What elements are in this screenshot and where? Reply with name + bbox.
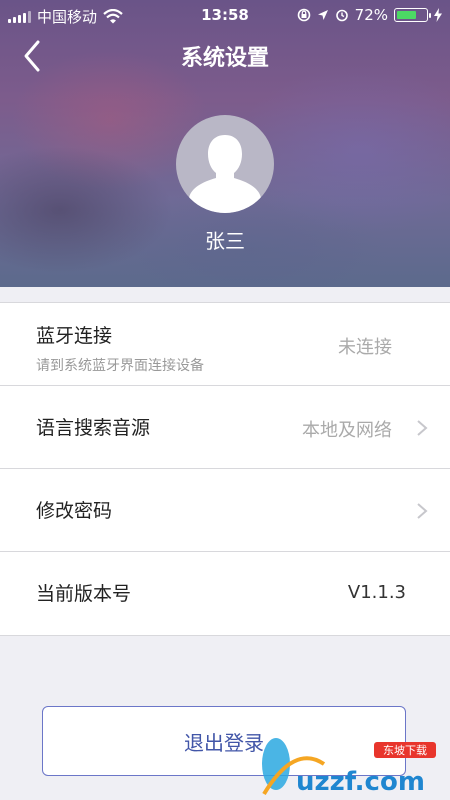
version-row: 当前版本号 V1.1.3 [0,552,450,635]
chevron-right-icon [417,503,428,519]
voice-search-label: 语言搜索音源 [36,417,151,439]
user-silhouette-icon [189,135,261,213]
bluetooth-sublabel: 请到系统蓝牙界面连接设备 [36,358,204,374]
version-value: V1.1.3 [347,582,406,603]
change-password-label: 修改密码 [36,500,113,522]
voice-search-source-row[interactable]: 语言搜索音源 本地及网络 [0,386,450,469]
charging-icon [434,8,442,22]
rotation-lock-icon [297,8,310,22]
battery-icon [394,8,431,22]
version-label: 当前版本号 [36,583,132,605]
bluetooth-label: 蓝牙连接 [36,325,113,347]
settings-list: 蓝牙连接 请到系统蓝牙界面连接设备 未连接 语言搜索音源 本地及网络 修改密码 … [0,302,450,636]
profile-header: 中国移动 13:58 72% 系统设置 张三 [0,0,450,287]
alarm-icon [335,9,348,22]
battery-percent: 72% [354,6,388,24]
chevron-right-icon [417,420,428,436]
avatar[interactable] [176,115,274,213]
voice-search-value: 本地及网络 [302,420,392,441]
bluetooth-status: 未连接 [338,337,392,358]
change-password-row[interactable]: 修改密码 [0,469,450,552]
location-icon [317,10,328,20]
user-name: 张三 [205,229,245,253]
site-watermark: 东坡下载 uzzf.com [262,738,436,797]
status-bar: 中国移动 13:58 72% [0,0,450,30]
bluetooth-row[interactable]: 蓝牙连接 请到系统蓝牙界面连接设备 未连接 [0,303,450,386]
svg-text:东坡下载: 东坡下载 [383,744,427,757]
page-title: 系统设置 [180,46,269,71]
status-bar-right: 72% [297,6,442,24]
svg-text:uzzf.com: uzzf.com [296,767,425,797]
